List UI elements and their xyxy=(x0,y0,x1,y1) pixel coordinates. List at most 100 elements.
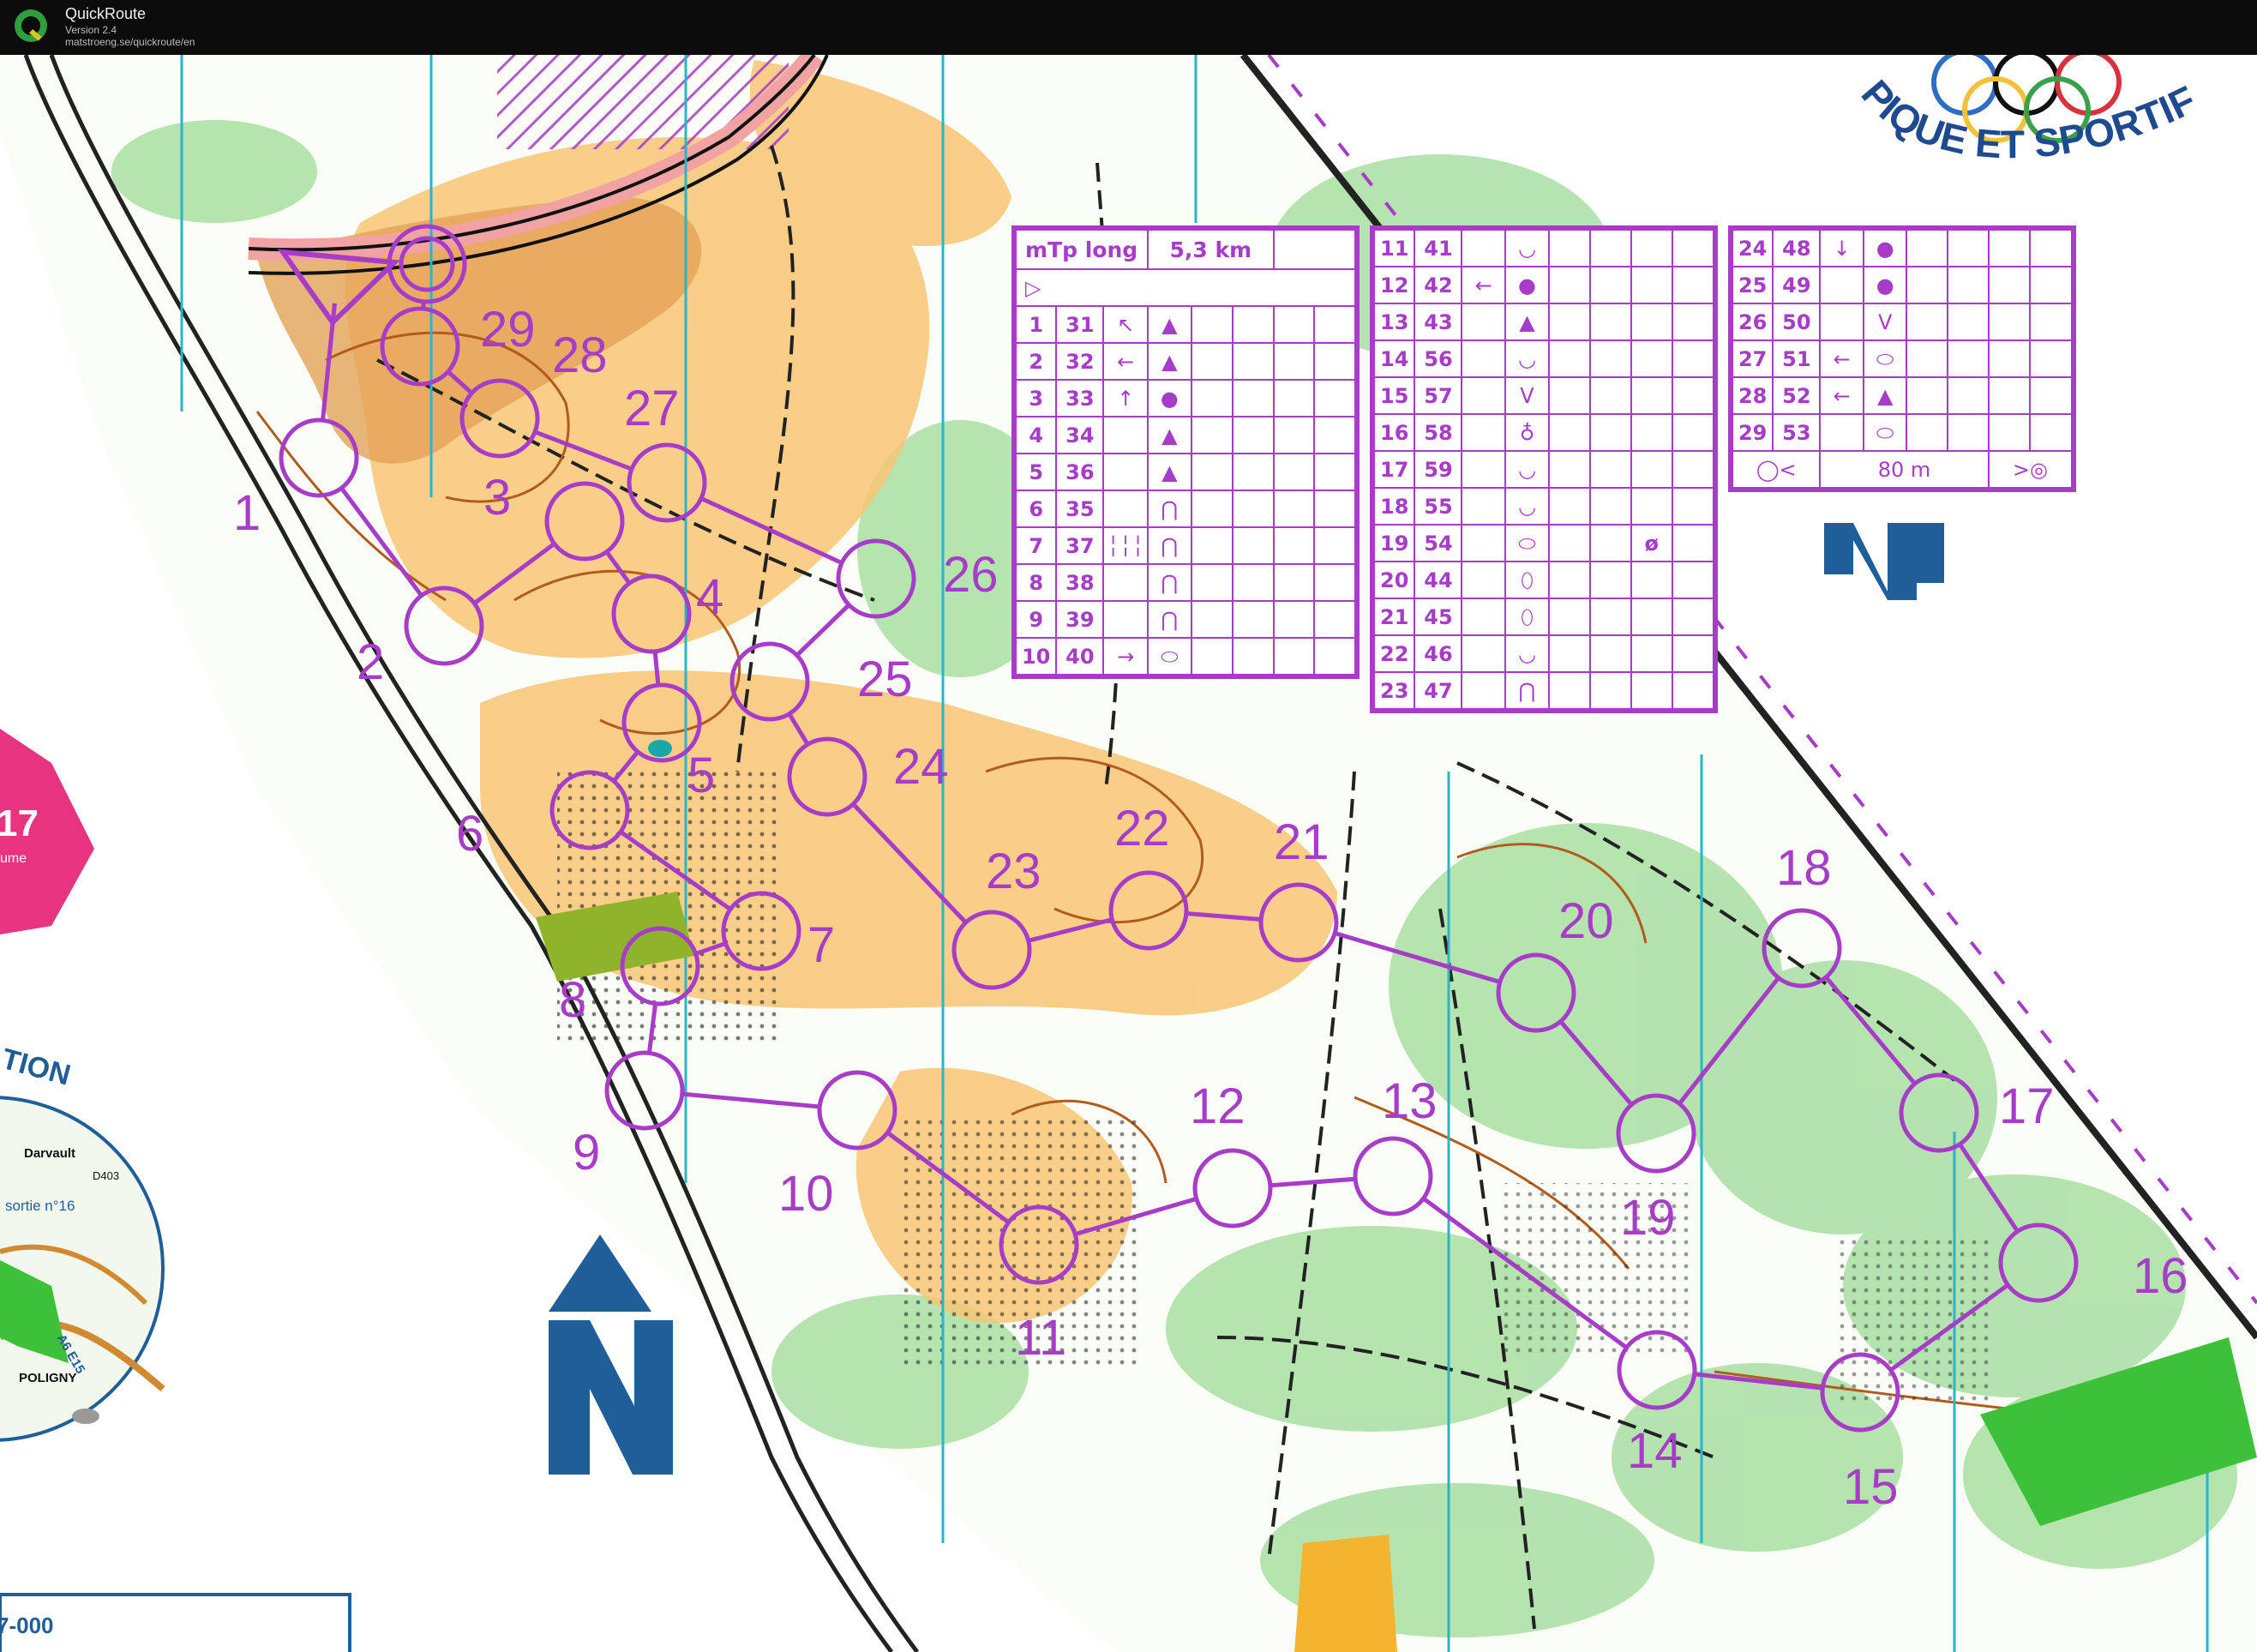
description-cell-code: 50 xyxy=(1772,303,1822,341)
control-number-28: 28 xyxy=(552,327,608,383)
control-number-8: 8 xyxy=(559,972,586,1028)
control-number-7: 7 xyxy=(807,917,835,973)
description-cell-cell xyxy=(1672,376,1714,415)
description-cell-cell xyxy=(2029,376,2073,415)
description-cell-num: 19 xyxy=(1372,524,1416,562)
description-cell-sym: ◡ xyxy=(1504,450,1550,489)
description-cell-sym: ᐯ xyxy=(1504,376,1550,415)
description-cell-cell xyxy=(1947,303,1990,341)
description-cell-cell xyxy=(1672,450,1714,489)
description-cell-code: 58 xyxy=(1414,413,1463,452)
description-cell-cell xyxy=(1588,671,1632,710)
description-rows-2: 11 41 ◡ 12 42 ← ● 13 43 ▲ 14 56 ◡ 15 57 ᐯ 16 58 ♁ 17 59 ◡ 18 55… xyxy=(1372,229,1714,710)
control-number-3: 3 xyxy=(483,470,511,526)
description-row: 13 43 ▲ xyxy=(1372,303,1714,341)
description-cell-cell xyxy=(1588,413,1632,452)
description-cell-cell xyxy=(1906,413,1949,452)
description-cell-cell xyxy=(1630,266,1674,304)
inset-poligny: POLIGNY xyxy=(19,1371,77,1385)
description-row: 3 33 ↑ ● xyxy=(1014,379,1356,418)
description-row: 25 49 ● xyxy=(1731,266,2073,304)
description-row: 4 34 ▲ xyxy=(1014,416,1356,454)
description-row: 19 54 ⬭ ø xyxy=(1372,524,1714,562)
control-number-25: 25 xyxy=(857,652,913,707)
description-cell-cell xyxy=(2029,303,2073,341)
description-cell-dir xyxy=(1461,598,1507,636)
description-cell-cell xyxy=(1190,305,1234,344)
description-cell-code: 44 xyxy=(1414,561,1463,599)
description-cell-cell xyxy=(1588,303,1632,341)
description-cell-cell xyxy=(1547,266,1591,304)
description-cell-sym: ▲ xyxy=(1504,303,1550,341)
description-cell-cell xyxy=(1987,413,2032,452)
description-cell-num: 15 xyxy=(1372,376,1416,415)
description-cell-code: 42 xyxy=(1414,266,1463,304)
description-cell-code: 36 xyxy=(1055,453,1105,491)
description-cell-dir: ← xyxy=(1819,376,1864,415)
description-cell-code: 57 xyxy=(1414,376,1463,415)
inset-d403: D403 xyxy=(93,1169,119,1182)
description-cell-dir xyxy=(1461,450,1507,489)
description-cell-cell xyxy=(1231,600,1275,639)
control-number-5: 5 xyxy=(687,748,715,803)
description-cell-dir xyxy=(1461,339,1507,378)
description-row: 23 47 ⋂ xyxy=(1372,671,1714,710)
description-cell-code: 55 xyxy=(1414,487,1463,526)
description-cell-dir xyxy=(1461,303,1507,341)
description-cell-sym: ⬭ xyxy=(1862,413,1908,452)
description-cell-cell xyxy=(1272,305,1316,344)
description-cell-cell xyxy=(1630,303,1674,341)
description-cell-cell xyxy=(1547,671,1591,710)
description-cell-code: 52 xyxy=(1772,376,1822,415)
control-number-26: 26 xyxy=(943,547,999,603)
description-cell-code: 37 xyxy=(1055,526,1105,565)
description-cell-dir xyxy=(1461,229,1507,267)
description-row: 7 37 ╎╎╎ ⋂ xyxy=(1014,526,1356,565)
control-number-18: 18 xyxy=(1776,840,1832,896)
description-cell-cell xyxy=(1231,342,1275,381)
description-row: 28 52 ← ▲ xyxy=(1731,376,2073,415)
description-cell-dir xyxy=(1819,303,1864,341)
description-cell-cell xyxy=(2029,413,2073,452)
description-row: 6 35 ⋂ xyxy=(1014,490,1356,528)
description-cell-code: 43 xyxy=(1414,303,1463,341)
description-cell-sym: ● xyxy=(1862,266,1908,304)
description-cell-cell xyxy=(1906,229,1949,267)
description-row: 1 31 ↖ ▲ xyxy=(1014,305,1356,344)
description-row: 9 39 ⋂ xyxy=(1014,600,1356,639)
description-cell-cell xyxy=(1272,342,1316,381)
description-cell-cell xyxy=(1547,303,1591,341)
description-cell-cell xyxy=(1947,339,1990,378)
description-cell-sym: ▲ xyxy=(1146,342,1192,381)
description-cell-sym: ⬯ xyxy=(1504,561,1550,599)
description-cell-cell xyxy=(1231,453,1275,491)
description-cell-num: 11 xyxy=(1372,229,1416,267)
app-url: matstroeng.se/quickroute/en xyxy=(65,36,195,48)
control-number-6: 6 xyxy=(456,806,483,862)
description-cell-cell xyxy=(1630,487,1674,526)
description-cell-cell xyxy=(1547,524,1591,562)
description-cell-cell xyxy=(1231,526,1275,565)
description-cell-cell xyxy=(1231,563,1275,602)
control-number-22: 22 xyxy=(1114,801,1170,856)
description-cell-sym: ⬭ xyxy=(1504,524,1550,562)
description-cell-cell xyxy=(1630,671,1674,710)
description-cell-cell xyxy=(1588,634,1632,673)
description-cell-sym: ● xyxy=(1862,229,1908,267)
description-cell-cell xyxy=(1272,416,1316,454)
description-cell-num: 3 xyxy=(1014,379,1058,418)
control-number-16: 16 xyxy=(2133,1248,2188,1304)
description-cell-num: 21 xyxy=(1372,598,1416,636)
control-number-19: 19 xyxy=(1620,1190,1676,1246)
finish-left-symbol: ◯< xyxy=(1731,450,1822,489)
finish-distance: 80 m xyxy=(1819,450,1990,489)
description-cell-sym: ◡ xyxy=(1504,487,1550,526)
description-cell-dir xyxy=(1461,634,1507,673)
description-cell-cell xyxy=(1630,598,1674,636)
description-cell-cell xyxy=(1588,561,1632,599)
description-cell-dir: ← xyxy=(1819,339,1864,378)
description-cell-code: 31 xyxy=(1055,305,1105,344)
description-cell-cell xyxy=(1231,637,1275,676)
description-cell-num: 12 xyxy=(1372,266,1416,304)
description-cell-cell xyxy=(1906,266,1949,304)
